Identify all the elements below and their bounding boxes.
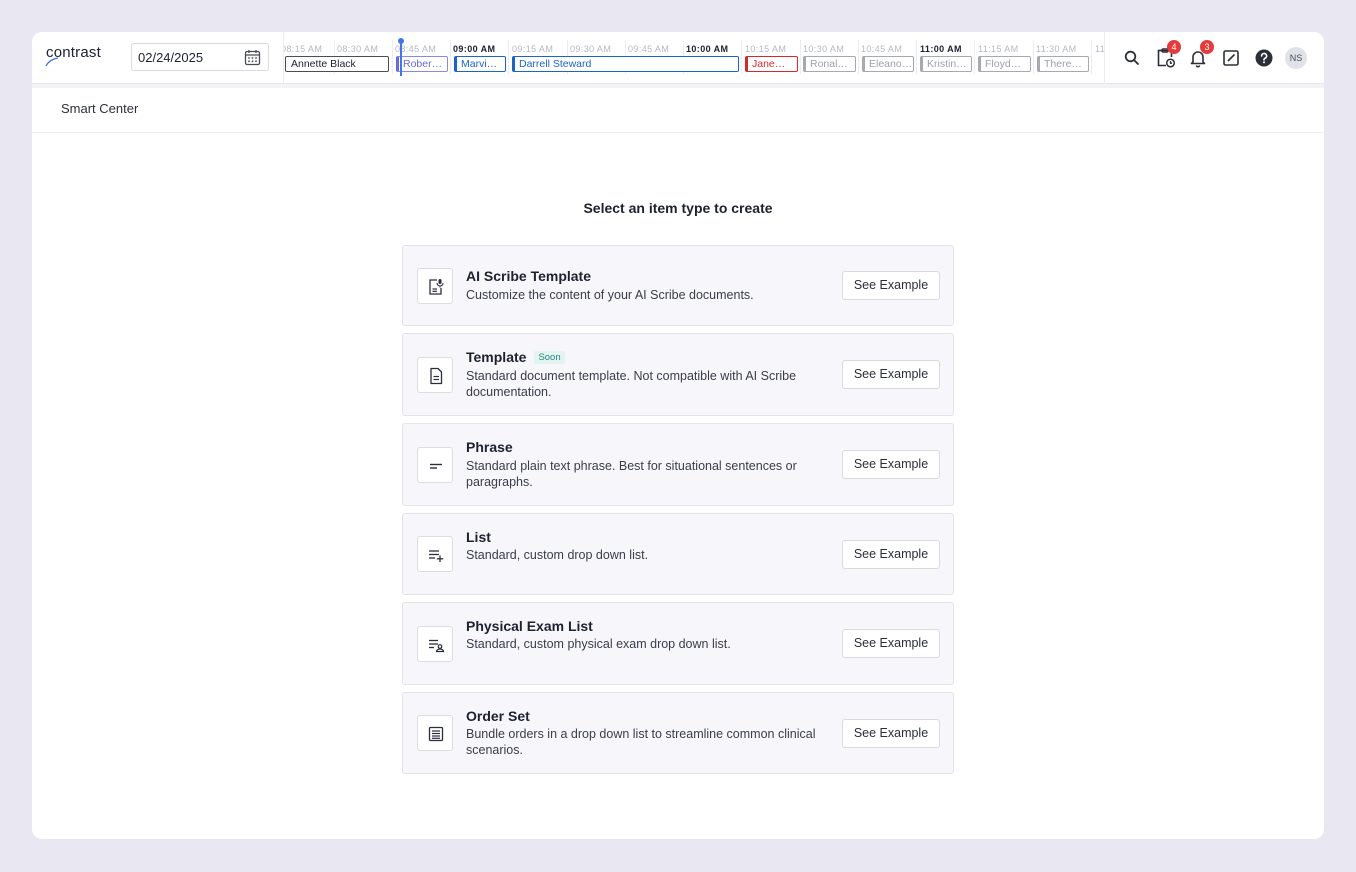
item-description: Standard document template. Not compatib…	[466, 369, 797, 399]
appointment-block[interactable]: Floyd…	[978, 56, 1031, 72]
item-title: List	[466, 529, 491, 545]
timeline-tick: 09:00 AM	[453, 44, 496, 54]
appointment-block[interactable]: Annette Black	[285, 56, 389, 72]
timeline-tick: 10:45 AM	[861, 44, 903, 54]
appointment-block[interactable]: Jane…	[745, 56, 798, 72]
item-title: Physical Exam List	[466, 618, 593, 634]
logo-swoosh-icon	[45, 57, 59, 67]
search-icon[interactable]	[1120, 46, 1144, 70]
item-title: Template Soon	[466, 349, 565, 365]
item-description: Standard, custom drop down list.	[466, 548, 649, 562]
help-icon[interactable]	[1252, 46, 1276, 70]
item-description: Bundle orders in a drop down list to str…	[466, 727, 816, 757]
avatar[interactable]: NS	[1285, 47, 1307, 69]
item-description: Standard, custom physical exam drop down…	[466, 637, 731, 651]
ai-scribe-document-icon	[429, 279, 444, 295]
appointment-block[interactable]: Rober…	[396, 56, 448, 72]
calendar-icon[interactable]	[244, 49, 261, 66]
appointment-block[interactable]: Eleano…	[862, 56, 914, 72]
see-example-button[interactable]: See Example	[842, 540, 940, 569]
timeline-tick: 11:15 AM	[978, 44, 1019, 54]
see-example-button[interactable]: See Example	[842, 450, 940, 479]
timeline-tick: 08:30 AM	[337, 44, 379, 54]
timeline-tick: 10:30 AM	[803, 44, 845, 54]
date-value: 02/24/2025	[138, 50, 204, 65]
order-list-icon	[428, 726, 444, 742]
see-example-button[interactable]: See Example	[842, 360, 940, 389]
item-type-list[interactable]: List Standard, custom drop down list. Se…	[402, 513, 954, 595]
item-type-ai-scribe-template[interactable]: AI Scribe Template Customize the content…	[402, 245, 954, 326]
timeline-tick: 08:15 AM	[283, 44, 323, 54]
item-title: Phrase	[466, 439, 513, 455]
tasks-button[interactable]: 4	[1153, 40, 1181, 70]
timeline-tick: 11	[1095, 44, 1105, 54]
timeline-tick: 11:00 AM	[920, 44, 962, 54]
item-type-order-set[interactable]: Order Set Bundle orders in a drop down l…	[402, 692, 954, 774]
breadcrumb: Smart Center	[32, 88, 1324, 133]
app-window: contrast 02/24/2025 08:15 AM 08:30 AM 08…	[32, 32, 1324, 839]
schedule-timeline[interactable]: 08:15 AM 08:30 AM 08:45 AM 09:00 AM 09:1…	[283, 32, 1105, 84]
top-bar: contrast 02/24/2025 08:15 AM 08:30 AM 08…	[32, 32, 1324, 84]
edit-square-icon[interactable]	[1219, 46, 1243, 70]
current-time-dot	[398, 38, 404, 44]
see-example-button[interactable]: See Example	[842, 629, 940, 658]
notifications-count-badge: 3	[1200, 40, 1214, 54]
timeline-tick: 09:45 AM	[628, 44, 670, 54]
appointment-block[interactable]: Darrell Steward	[512, 56, 739, 72]
timeline-tick: 09:15 AM	[512, 44, 554, 54]
soon-badge: Soon	[534, 351, 565, 364]
item-title: Order Set	[466, 708, 530, 724]
page-title: Select an item type to create	[583, 200, 773, 216]
document-icon	[430, 367, 443, 385]
appointment-block[interactable]: Marvi…	[454, 56, 506, 72]
appointment-block[interactable]: Ronal…	[803, 56, 856, 72]
appointment-block[interactable]: Kristin…	[920, 56, 972, 72]
item-type-phrase[interactable]: Phrase Standard plain text phrase. Best …	[402, 423, 954, 506]
item-description: Standard plain text phrase. Best for sit…	[466, 459, 797, 489]
item-title-text: Template	[466, 349, 527, 365]
item-type-physical-exam-list[interactable]: Physical Exam List Standard, custom phys…	[402, 602, 954, 685]
timeline-tick: 10:00 AM	[686, 44, 729, 54]
item-type-template[interactable]: Template Soon Standard document template.…	[402, 333, 954, 416]
short-text-icon	[430, 463, 442, 469]
list-person-icon	[429, 639, 445, 653]
timeline-tick: 11:30 AM	[1036, 44, 1077, 54]
item-title: AI Scribe Template	[466, 268, 592, 284]
item-description: Customize the content of your AI Scribe …	[466, 288, 754, 302]
notifications-button[interactable]: 3	[1186, 40, 1214, 70]
timeline-tick: 09:30 AM	[570, 44, 612, 54]
playlist-add-icon	[429, 550, 444, 562]
breadcrumb-current[interactable]: Smart Center	[61, 101, 138, 116]
tasks-count-badge: 4	[1167, 40, 1181, 54]
current-time-indicator	[400, 40, 402, 76]
timeline-tick: 10:15 AM	[745, 44, 787, 54]
see-example-button[interactable]: See Example	[842, 271, 940, 300]
date-picker[interactable]: 02/24/2025	[131, 43, 269, 71]
see-example-button[interactable]: See Example	[842, 719, 940, 748]
appointment-block[interactable]: There…	[1037, 56, 1089, 72]
